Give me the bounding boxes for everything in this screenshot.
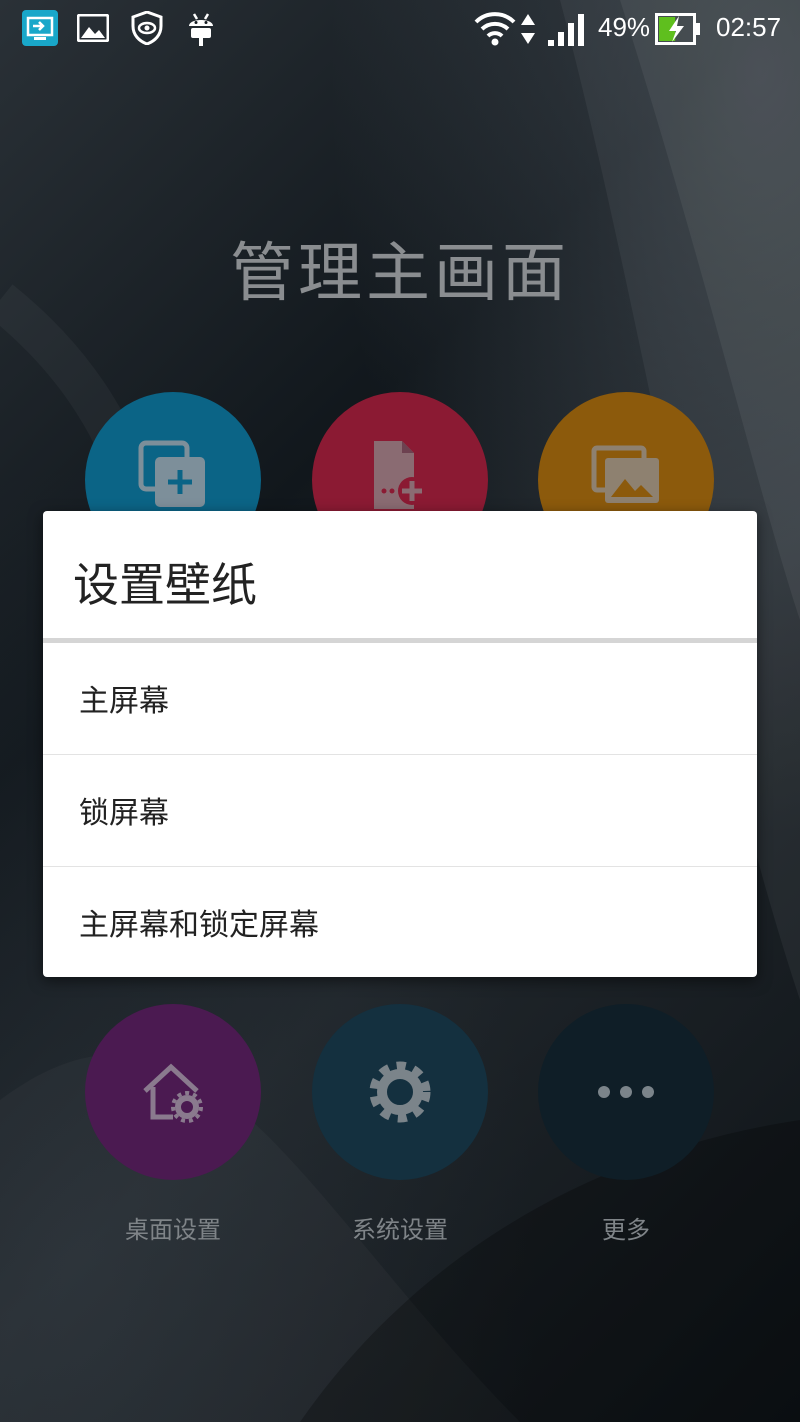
battery-charging-icon <box>655 13 701 49</box>
screen-cast-icon <box>22 10 58 50</box>
gear-icon <box>369 1061 431 1123</box>
clock-time: 02:57 <box>716 12 782 42</box>
wallpaper-icon <box>591 445 661 505</box>
system-settings-label: 系统设置 <box>352 1216 448 1244</box>
page-title: 管理主画面 <box>230 237 570 311</box>
shield-eye-icon <box>131 10 163 49</box>
dialog-title: 设置壁纸 <box>73 558 257 612</box>
home-settings-label: 桌面设置 <box>125 1216 221 1244</box>
option-label: 主屏幕 <box>79 684 169 719</box>
option-label: 锁屏幕 <box>79 796 169 831</box>
data-activity-icon <box>520 14 536 48</box>
option-lock-screen[interactable]: 锁屏幕 <box>43 755 757 865</box>
more-tile[interactable] <box>538 1004 714 1180</box>
wifi-icon <box>474 10 516 50</box>
home-settings-icon <box>139 1061 207 1123</box>
option-home-screen[interactable]: 主屏幕 <box>43 643 757 753</box>
gallery-icon <box>76 13 110 46</box>
status-bar: 49% 02:57 <box>0 0 800 60</box>
more-icon <box>596 1084 656 1100</box>
option-home-and-lock-screen[interactable]: 主屏幕和锁定屏幕 <box>43 867 757 977</box>
more-label: 更多 <box>602 1216 650 1244</box>
battery-percent: 49% <box>598 12 651 42</box>
android-icon <box>186 10 216 50</box>
option-label: 主屏幕和锁定屏幕 <box>79 908 319 943</box>
set-wallpaper-dialog: 设置壁纸 主屏幕 锁屏幕 主屏幕和锁定屏幕 <box>43 511 757 977</box>
signal-icon <box>546 12 586 52</box>
add-app-icon <box>366 439 434 511</box>
system-settings-tile[interactable] <box>312 1004 488 1180</box>
add-widget-icon <box>137 439 209 511</box>
home-settings-tile[interactable] <box>85 1004 261 1180</box>
